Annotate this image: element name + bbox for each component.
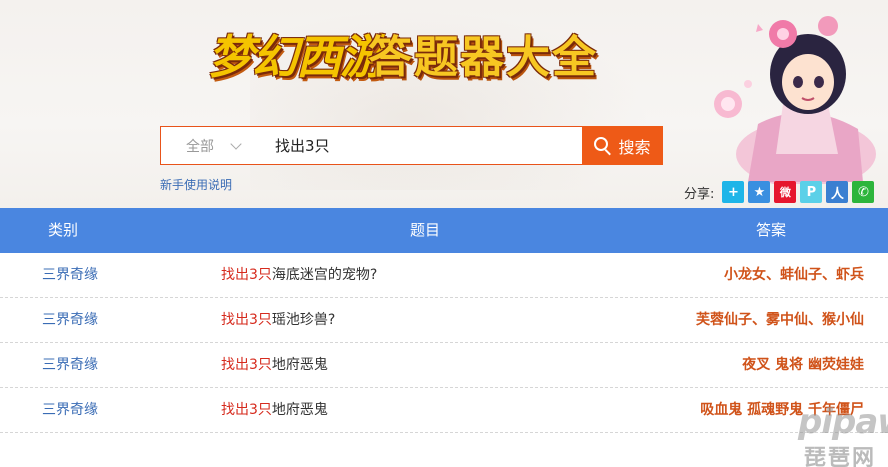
- row-category-link[interactable]: 三界奇缘: [42, 253, 98, 297]
- header-banner: 梦幻西游 答题器大全 全部 搜索 新手使用说明 分享: + ★: [0, 0, 888, 208]
- results-table-header: 类别 题目 答案: [0, 208, 888, 253]
- chevron-down-icon: [230, 137, 242, 150]
- share-bar: 分享: + ★ 微 P 人 ✆: [684, 181, 875, 203]
- table-row: 三界奇缘 找出3只海底迷宫的宠物? 小龙女、蚌仙子、虾兵: [0, 253, 888, 298]
- pipaw-watermark: pipaw 琵琶网: [790, 400, 888, 467]
- share-pengyou-icon[interactable]: P: [800, 181, 823, 203]
- search-bar: 全部 搜索: [160, 126, 663, 165]
- question-highlight: 找出3只: [221, 312, 272, 328]
- table-row: 三界奇缘 找出3只地府恶鬼 夜叉 鬼将 幽荧娃娃: [0, 343, 888, 388]
- watermark-brand: pipaw: [798, 402, 888, 442]
- results-table-body: 三界奇缘 找出3只海底迷宫的宠物? 小龙女、蚌仙子、虾兵 三界奇缘 找出3只瑶池…: [0, 253, 888, 433]
- row-answer: 芙蓉仙子、雾中仙、猴小仙: [696, 312, 864, 328]
- search-input[interactable]: [265, 127, 582, 164]
- character-illustration: [714, 16, 876, 184]
- search-button-label: 搜索: [618, 137, 651, 157]
- category-selected-label: 全部: [186, 138, 214, 155]
- row-category-link[interactable]: 三界奇缘: [42, 343, 98, 387]
- row-question: 找出3只海底迷宫的宠物?: [221, 253, 377, 297]
- row-question: 找出3只地府恶鬼: [221, 343, 328, 387]
- question-text: 地府恶鬼: [271, 402, 328, 418]
- share-wechat-icon[interactable]: ✆: [852, 181, 875, 203]
- row-answer: 小龙女、蚌仙子、虾兵: [724, 267, 864, 283]
- row-category-link[interactable]: 三界奇缘: [42, 388, 98, 432]
- share-qzone-icon[interactable]: ★: [748, 181, 771, 203]
- share-label: 分享:: [684, 186, 715, 202]
- site-logo: 梦幻西游 答题器大全: [208, 22, 628, 92]
- question-text: 瑶池珍兽?: [271, 312, 336, 328]
- beginner-guide-link[interactable]: 新手使用说明: [160, 176, 232, 193]
- row-question: 找出3只瑶池珍兽?: [221, 298, 335, 342]
- question-highlight: 找出3只: [221, 357, 272, 373]
- share-renren-icon[interactable]: 人: [826, 181, 849, 203]
- share-weibo-icon[interactable]: 微: [774, 181, 797, 203]
- table-row: 三界奇缘 找出3只地府恶鬼 吸血鬼 孤魂野鬼 千年僵尸: [0, 388, 888, 433]
- row-category-link[interactable]: 三界奇缘: [42, 298, 98, 342]
- question-highlight: 找出3只: [221, 267, 272, 283]
- header-answer: 答案: [756, 221, 787, 239]
- question-highlight: 找出3只: [221, 402, 272, 418]
- category-dropdown[interactable]: 全部: [161, 127, 265, 164]
- logo-game-title: 梦幻西游: [208, 30, 386, 84]
- watermark-cn: 琵琶网: [804, 446, 877, 467]
- header-question: 题目: [410, 221, 441, 239]
- question-text: 海底迷宫的宠物?: [271, 267, 378, 283]
- share-plus-icon[interactable]: +: [722, 181, 745, 203]
- logo-subtitle: 答题器大全: [368, 32, 598, 83]
- search-icon: [594, 136, 612, 155]
- row-question: 找出3只地府恶鬼: [221, 388, 328, 432]
- row-answer: 夜叉 鬼将 幽荧娃娃: [742, 357, 864, 373]
- search-button[interactable]: 搜索: [582, 126, 663, 165]
- table-row: 三界奇缘 找出3只瑶池珍兽? 芙蓉仙子、雾中仙、猴小仙: [0, 298, 888, 343]
- header-category: 类别: [48, 221, 79, 239]
- question-text: 地府恶鬼: [271, 357, 328, 373]
